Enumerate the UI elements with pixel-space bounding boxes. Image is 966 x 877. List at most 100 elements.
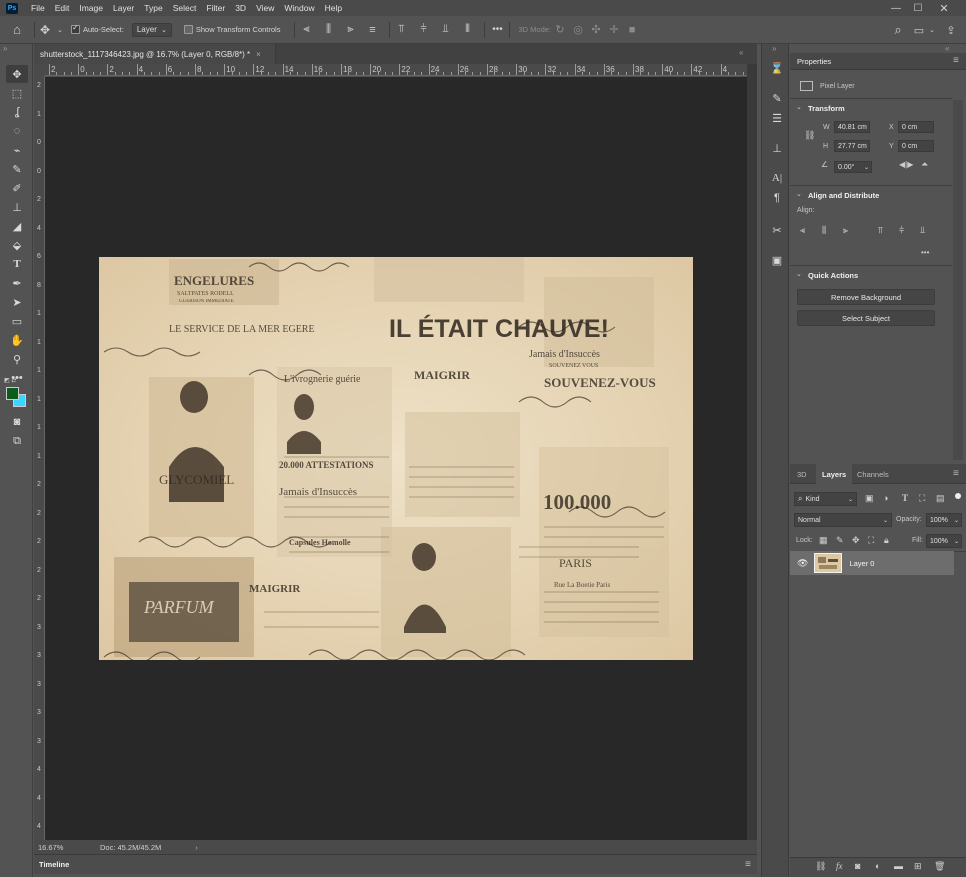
share-icon[interactable]: ⇪: [943, 16, 959, 44]
horizontal-ruler[interactable]: 2 0 2 4 6 8 10 12 14 16 18 20 22 24 26 28 30 32 34 36 38 40 42…: [45, 64, 747, 76]
close-window-icon[interactable]: ✕: [933, 0, 955, 16]
chevron-down-icon[interactable]: ⌄: [927, 16, 937, 44]
status-menu-arrow-icon[interactable]: ›: [195, 843, 198, 852]
chevron-down-icon[interactable]: ⌄: [55, 16, 65, 44]
clone-source-icon[interactable]: ⊥: [768, 140, 786, 156]
remove-background-button[interactable]: Remove Background: [797, 289, 935, 305]
move-tool-icon[interactable]: ✥: [6, 65, 28, 83]
eraser-tool-icon[interactable]: ◢: [6, 217, 28, 235]
align-right-edges-icon[interactable]: ⫸: [339, 16, 361, 44]
chevron-down-icon[interactable]: ⌄: [796, 103, 802, 111]
workspace-icon[interactable]: ▭: [911, 16, 927, 44]
move-tool-icon[interactable]: ✥: [35, 16, 55, 44]
visibility-eye-icon[interactable]: 👁︎: [797, 558, 808, 569]
paint-bucket-tool-icon[interactable]: ⬙: [6, 236, 28, 254]
align-middle-icon[interactable]: ⫩: [899, 225, 904, 236]
new-adjustment-layer-icon[interactable]: ◐: [875, 861, 880, 871]
healing-brush-tool-icon[interactable]: ✎: [6, 160, 28, 178]
lock-image-icon[interactable]: ✎: [836, 535, 844, 546]
kind-filter-dropdown[interactable]: ⌕ Kind ⌄: [794, 492, 857, 506]
search-icon[interactable]: ⌕: [890, 16, 906, 44]
eyedropper-tool-icon[interactable]: ⌁: [6, 141, 28, 159]
angle-field[interactable]: 0.00° ⌄: [834, 161, 872, 173]
align-center-h-icon[interactable]: ⫼: [822, 225, 826, 236]
marquee-tool-icon[interactable]: ⬚: [6, 84, 28, 102]
lock-all-icon[interactable]: 🔒︎: [884, 535, 889, 546]
select-subject-button[interactable]: Select Subject: [797, 310, 935, 326]
menu-type[interactable]: Type: [139, 3, 167, 13]
maximize-icon[interactable]: ☐: [907, 0, 929, 16]
foreground-color-swatch[interactable]: [6, 387, 19, 400]
close-document-icon[interactable]: ×: [256, 50, 261, 59]
link-dimensions-icon[interactable]: ⛓: [804, 130, 815, 141]
lock-transparent-icon[interactable]: ▦: [819, 535, 828, 546]
panel-menu-icon[interactable]: ≡: [953, 468, 959, 479]
zoom-level[interactable]: 16.67%: [38, 843, 92, 852]
smart-object-filter-icon[interactable]: ▤: [936, 493, 945, 504]
auto-select-dropdown[interactable]: Layer ⌄: [131, 22, 172, 37]
checkbox-unchecked-icon[interactable]: [183, 25, 193, 34]
quick-mask-icon[interactable]: ◙: [6, 413, 28, 431]
add-mask-icon[interactable]: ◙: [855, 861, 860, 871]
align-section-header[interactable]: Align and Distribute: [808, 191, 879, 200]
properties-tab[interactable]: Properties: [797, 57, 831, 66]
paragraph-icon[interactable]: ¶: [768, 190, 786, 206]
delete-layer-icon[interactable]: 🗑︎: [934, 861, 945, 872]
pixel-filter-icon[interactable]: ▣: [865, 493, 874, 504]
tool-presets-icon[interactable]: ✂: [768, 222, 786, 238]
menu-select[interactable]: Select: [168, 3, 202, 13]
layer-row[interactable]: 👁︎ Layer 0: [790, 551, 954, 575]
document-size[interactable]: Doc: 45.2M/45.2M: [100, 843, 161, 852]
opacity-field[interactable]: 100% ⌄: [926, 513, 962, 527]
type-tool-icon[interactable]: T: [6, 255, 28, 273]
flip-horizontal-icon[interactable]: ◀|▶: [899, 160, 913, 169]
navigator-icon[interactable]: ▣: [768, 252, 786, 268]
new-group-icon[interactable]: ▬: [894, 861, 903, 871]
quick-selection-tool-icon[interactable]: ◌: [6, 122, 28, 140]
x-field[interactable]: 0 cm: [898, 121, 934, 133]
3d-pan-icon[interactable]: ✣: [587, 16, 605, 44]
pen-tool-icon[interactable]: ✒: [6, 274, 28, 292]
more-options-icon[interactable]: •••: [485, 16, 509, 44]
menu-image[interactable]: Image: [74, 3, 108, 13]
tab-layers[interactable]: Layers: [822, 470, 846, 479]
photoshop-logo-icon[interactable]: Ps: [6, 2, 18, 14]
align-top-edges-icon[interactable]: ⫪: [390, 16, 412, 44]
menu-view[interactable]: View: [251, 3, 279, 13]
link-layers-icon[interactable]: ⛓: [815, 861, 826, 872]
collapse-toolbar-icon[interactable]: »: [3, 44, 7, 53]
checkbox-checked-icon[interactable]: [71, 25, 80, 34]
menu-file[interactable]: File: [26, 3, 50, 13]
quick-actions-header[interactable]: Quick Actions: [808, 271, 858, 280]
chevron-down-icon[interactable]: ⌄: [796, 190, 802, 198]
menu-layer[interactable]: Layer: [108, 3, 139, 13]
default-colors-icon[interactable]: ◩ ⇄: [4, 377, 16, 384]
filter-toggle-icon[interactable]: [955, 493, 961, 499]
3d-roll-icon[interactable]: ◎: [569, 16, 587, 44]
menu-help[interactable]: Help: [320, 3, 347, 13]
align-vertical-centers-icon[interactable]: ⫩: [412, 16, 434, 44]
shape-filter-icon[interactable]: ⛶: [919, 493, 925, 504]
vertical-ruler[interactable]: 2 1 0 0 2 4 6 8 1 1 1 1 1 1 2 2 2 2 2 3 3 3 3 3 4 4 4: [34, 76, 45, 840]
menu-3d[interactable]: 3D: [230, 3, 251, 13]
adjustments-icon[interactable]: ☰: [768, 110, 786, 126]
properties-scrollbar[interactable]: [953, 100, 963, 460]
home-icon[interactable]: ⌂: [0, 16, 34, 44]
adjustment-filter-icon[interactable]: ◑: [883, 493, 888, 503]
new-layer-icon[interactable]: ⊞: [914, 861, 922, 872]
chevron-down-icon[interactable]: ⌄: [864, 164, 869, 171]
history-icon[interactable]: ⌛: [768, 60, 786, 76]
rectangle-tool-icon[interactable]: ▭: [6, 312, 28, 330]
clone-stamp-tool-icon[interactable]: ⊥: [6, 198, 28, 216]
chevron-down-icon[interactable]: ⌄: [796, 270, 802, 278]
expand-dock-icon[interactable]: »: [772, 44, 776, 53]
lock-artboard-icon[interactable]: ⛶: [868, 535, 874, 546]
align-bottom-edges-icon[interactable]: ⫫: [434, 16, 456, 44]
show-transform-checkbox[interactable]: Show Transform Controls: [183, 25, 280, 34]
tab-3d[interactable]: 3D: [797, 470, 807, 479]
align-horizontal-centers-icon[interactable]: ⫼: [317, 16, 339, 44]
collapse-panels-icon[interactable]: «: [739, 48, 743, 57]
auto-select-checkbox[interactable]: Auto-Select:: [71, 25, 124, 34]
ruler-origin[interactable]: [34, 64, 45, 76]
document-tab[interactable]: shutterstock_1117346423.jpg @ 16.7% (Lay…: [34, 44, 276, 64]
